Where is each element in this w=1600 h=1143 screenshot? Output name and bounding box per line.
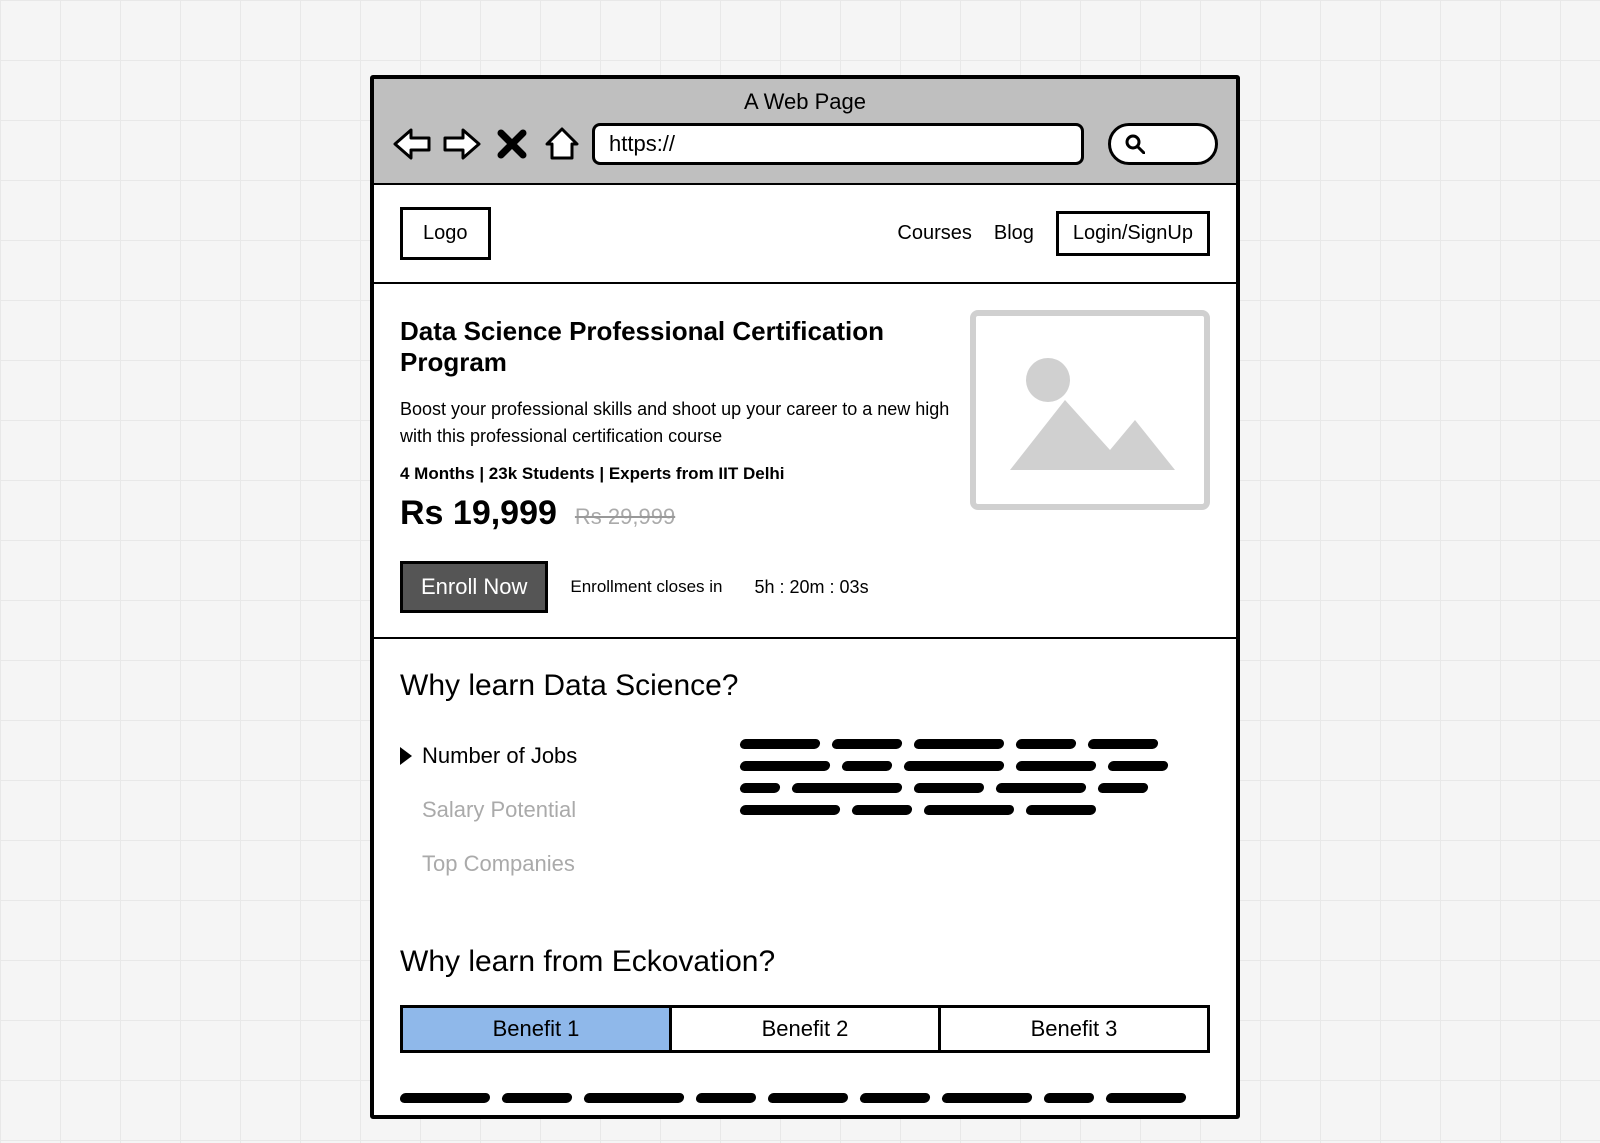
browser-window: A Web Page https:// Logo Course — [370, 75, 1240, 1119]
address-bar-text: https:// — [609, 131, 675, 157]
hero-section: Data Science Professional Certification … — [374, 284, 1236, 639]
why-item-companies[interactable]: Top Companies — [400, 851, 700, 877]
window-title: A Web Page — [392, 89, 1218, 115]
site-nav: Logo Courses Blog Login/SignUp — [374, 185, 1236, 284]
course-image-placeholder — [970, 310, 1210, 510]
close-icon[interactable] — [492, 124, 532, 164]
tab-benefit-1[interactable]: Benefit 1 — [403, 1008, 672, 1050]
search-pill[interactable] — [1108, 123, 1218, 165]
why-learn-content-placeholder — [740, 729, 1210, 905]
price-current: Rs 19,999 — [400, 494, 557, 533]
home-icon[interactable] — [542, 124, 582, 164]
forward-icon[interactable] — [442, 124, 482, 164]
course-title: Data Science Professional Certification … — [400, 316, 980, 378]
benefit-content-placeholder — [374, 1063, 1236, 1105]
back-icon[interactable] — [392, 124, 432, 164]
address-bar[interactable]: https:// — [592, 123, 1084, 165]
why-eckovation-heading: Why learn from Eckovation? — [400, 945, 1210, 979]
why-item-label: Top Companies — [422, 851, 575, 877]
tab-benefit-2[interactable]: Benefit 2 — [672, 1008, 941, 1050]
image-icon — [1000, 340, 1180, 480]
login-signup-button[interactable]: Login/SignUp — [1056, 211, 1210, 256]
why-item-label: Number of Jobs — [422, 743, 577, 769]
why-item-salary[interactable]: Salary Potential — [400, 797, 700, 823]
search-icon — [1125, 134, 1145, 154]
why-learn-heading: Why learn Data Science? — [400, 669, 1210, 703]
tab-benefit-3[interactable]: Benefit 3 — [941, 1008, 1207, 1050]
logo[interactable]: Logo — [400, 207, 491, 260]
why-item-label: Salary Potential — [422, 797, 576, 823]
course-meta: 4 Months | 23k Students | Experts from I… — [400, 464, 980, 484]
caret-right-icon — [400, 747, 412, 765]
course-subtitle: Boost your professional skills and shoot… — [400, 396, 960, 450]
countdown-label: Enrollment closes in — [570, 577, 722, 597]
why-item-jobs[interactable]: Number of Jobs — [400, 743, 700, 769]
nav-link-blog[interactable]: Blog — [994, 222, 1034, 245]
nav-link-courses[interactable]: Courses — [897, 222, 971, 245]
enroll-button[interactable]: Enroll Now — [400, 561, 548, 613]
why-eckovation-section: Why learn from Eckovation? Benefit 1 Ben… — [374, 915, 1236, 1063]
price-original: Rs 29,999 — [575, 504, 675, 530]
countdown-value: 5h : 20m : 03s — [755, 577, 869, 598]
browser-chrome: A Web Page https:// — [374, 79, 1236, 185]
benefits-tabs: Benefit 1 Benefit 2 Benefit 3 — [400, 1005, 1210, 1053]
why-learn-section: Why learn Data Science? Number of Jobs S… — [374, 639, 1236, 915]
